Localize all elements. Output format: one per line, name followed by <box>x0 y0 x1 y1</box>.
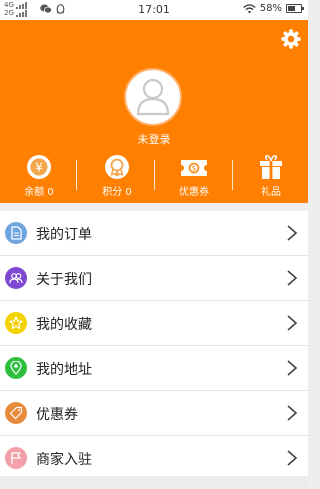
yen-coin-icon: ¥ <box>27 155 51 179</box>
profile-header: 未登录 ¥ 余额 0 积分 0 $ 优惠券 礼品 <box>0 20 308 203</box>
location-pin-icon <box>10 361 22 375</box>
menu-icon-badge <box>5 447 27 469</box>
menu-item-orders[interactable]: 我的订单 <box>0 211 308 256</box>
stat-coupons-label: 优惠券 <box>179 187 209 198</box>
menu-list: 我的订单 关于我们 我的收藏 我的地址 优惠券 商家入驻 <box>0 211 308 481</box>
menu-item-label: 我的收藏 <box>36 317 92 333</box>
flag-icon <box>11 452 21 464</box>
user-icon <box>136 78 170 116</box>
battery-icon <box>286 4 304 13</box>
stat-balance-label: 余额 0 <box>24 187 54 198</box>
stat-gifts-label: 礼品 <box>261 187 281 198</box>
menu-icon-badge <box>5 357 27 379</box>
menu-item-label: 优惠券 <box>36 407 78 423</box>
coupon-ticket-icon: $ <box>181 160 207 176</box>
menu-icon-badge <box>5 267 27 289</box>
avatar[interactable] <box>124 68 182 126</box>
people-icon <box>9 273 23 284</box>
bottom-spacer <box>0 476 308 489</box>
star-icon <box>9 316 23 330</box>
document-icon <box>11 226 22 240</box>
chevron-right-icon <box>287 225 298 241</box>
menu-item-address[interactable]: 我的地址 <box>0 346 308 391</box>
chevron-right-icon <box>287 270 298 286</box>
svg-text:¥: ¥ <box>35 161 43 175</box>
tag-icon <box>9 406 23 420</box>
stat-points-label: 积分 0 <box>102 187 132 198</box>
chevron-right-icon <box>287 450 298 466</box>
menu-icon-badge <box>5 222 27 244</box>
chevron-right-icon <box>287 315 298 331</box>
stat-gifts[interactable]: 礼品 <box>236 154 306 198</box>
stat-divider <box>76 160 77 190</box>
gear-icon[interactable] <box>280 28 302 50</box>
menu-item-about[interactable]: 关于我们 <box>0 256 308 301</box>
svg-text:$: $ <box>192 165 196 173</box>
chevron-right-icon <box>287 360 298 376</box>
gift-icon <box>260 155 282 179</box>
chevron-right-icon <box>287 405 298 421</box>
stat-divider <box>232 160 233 190</box>
menu-item-label: 商家入驻 <box>36 452 92 468</box>
menu-item-coupons[interactable]: 优惠券 <box>0 391 308 436</box>
wifi-icon <box>243 3 256 13</box>
menu-item-favorites[interactable]: 我的收藏 <box>0 301 308 346</box>
menu-item-label: 我的订单 <box>36 227 92 243</box>
stat-balance[interactable]: ¥ 余额 0 <box>4 154 74 198</box>
menu-icon-badge <box>5 402 27 424</box>
menu-item-label: 关于我们 <box>36 272 92 288</box>
menu-item-merchant[interactable]: 商家入驻 <box>0 436 308 481</box>
stats-bar: ¥ 余额 0 积分 0 $ 优惠券 礼品 <box>0 154 308 198</box>
stat-coupons[interactable]: $ 优惠券 <box>159 154 229 198</box>
menu-icon-badge <box>5 312 27 334</box>
stat-divider <box>154 160 155 190</box>
points-medal-icon <box>105 155 129 179</box>
login-status-label[interactable]: 未登录 <box>0 131 308 147</box>
battery-percent: 58% <box>259 3 282 14</box>
status-bar: 4G 2G 17:01 58% <box>0 0 308 20</box>
menu-item-label: 我的地址 <box>36 362 92 378</box>
stat-points[interactable]: 积分 0 <box>82 154 152 198</box>
